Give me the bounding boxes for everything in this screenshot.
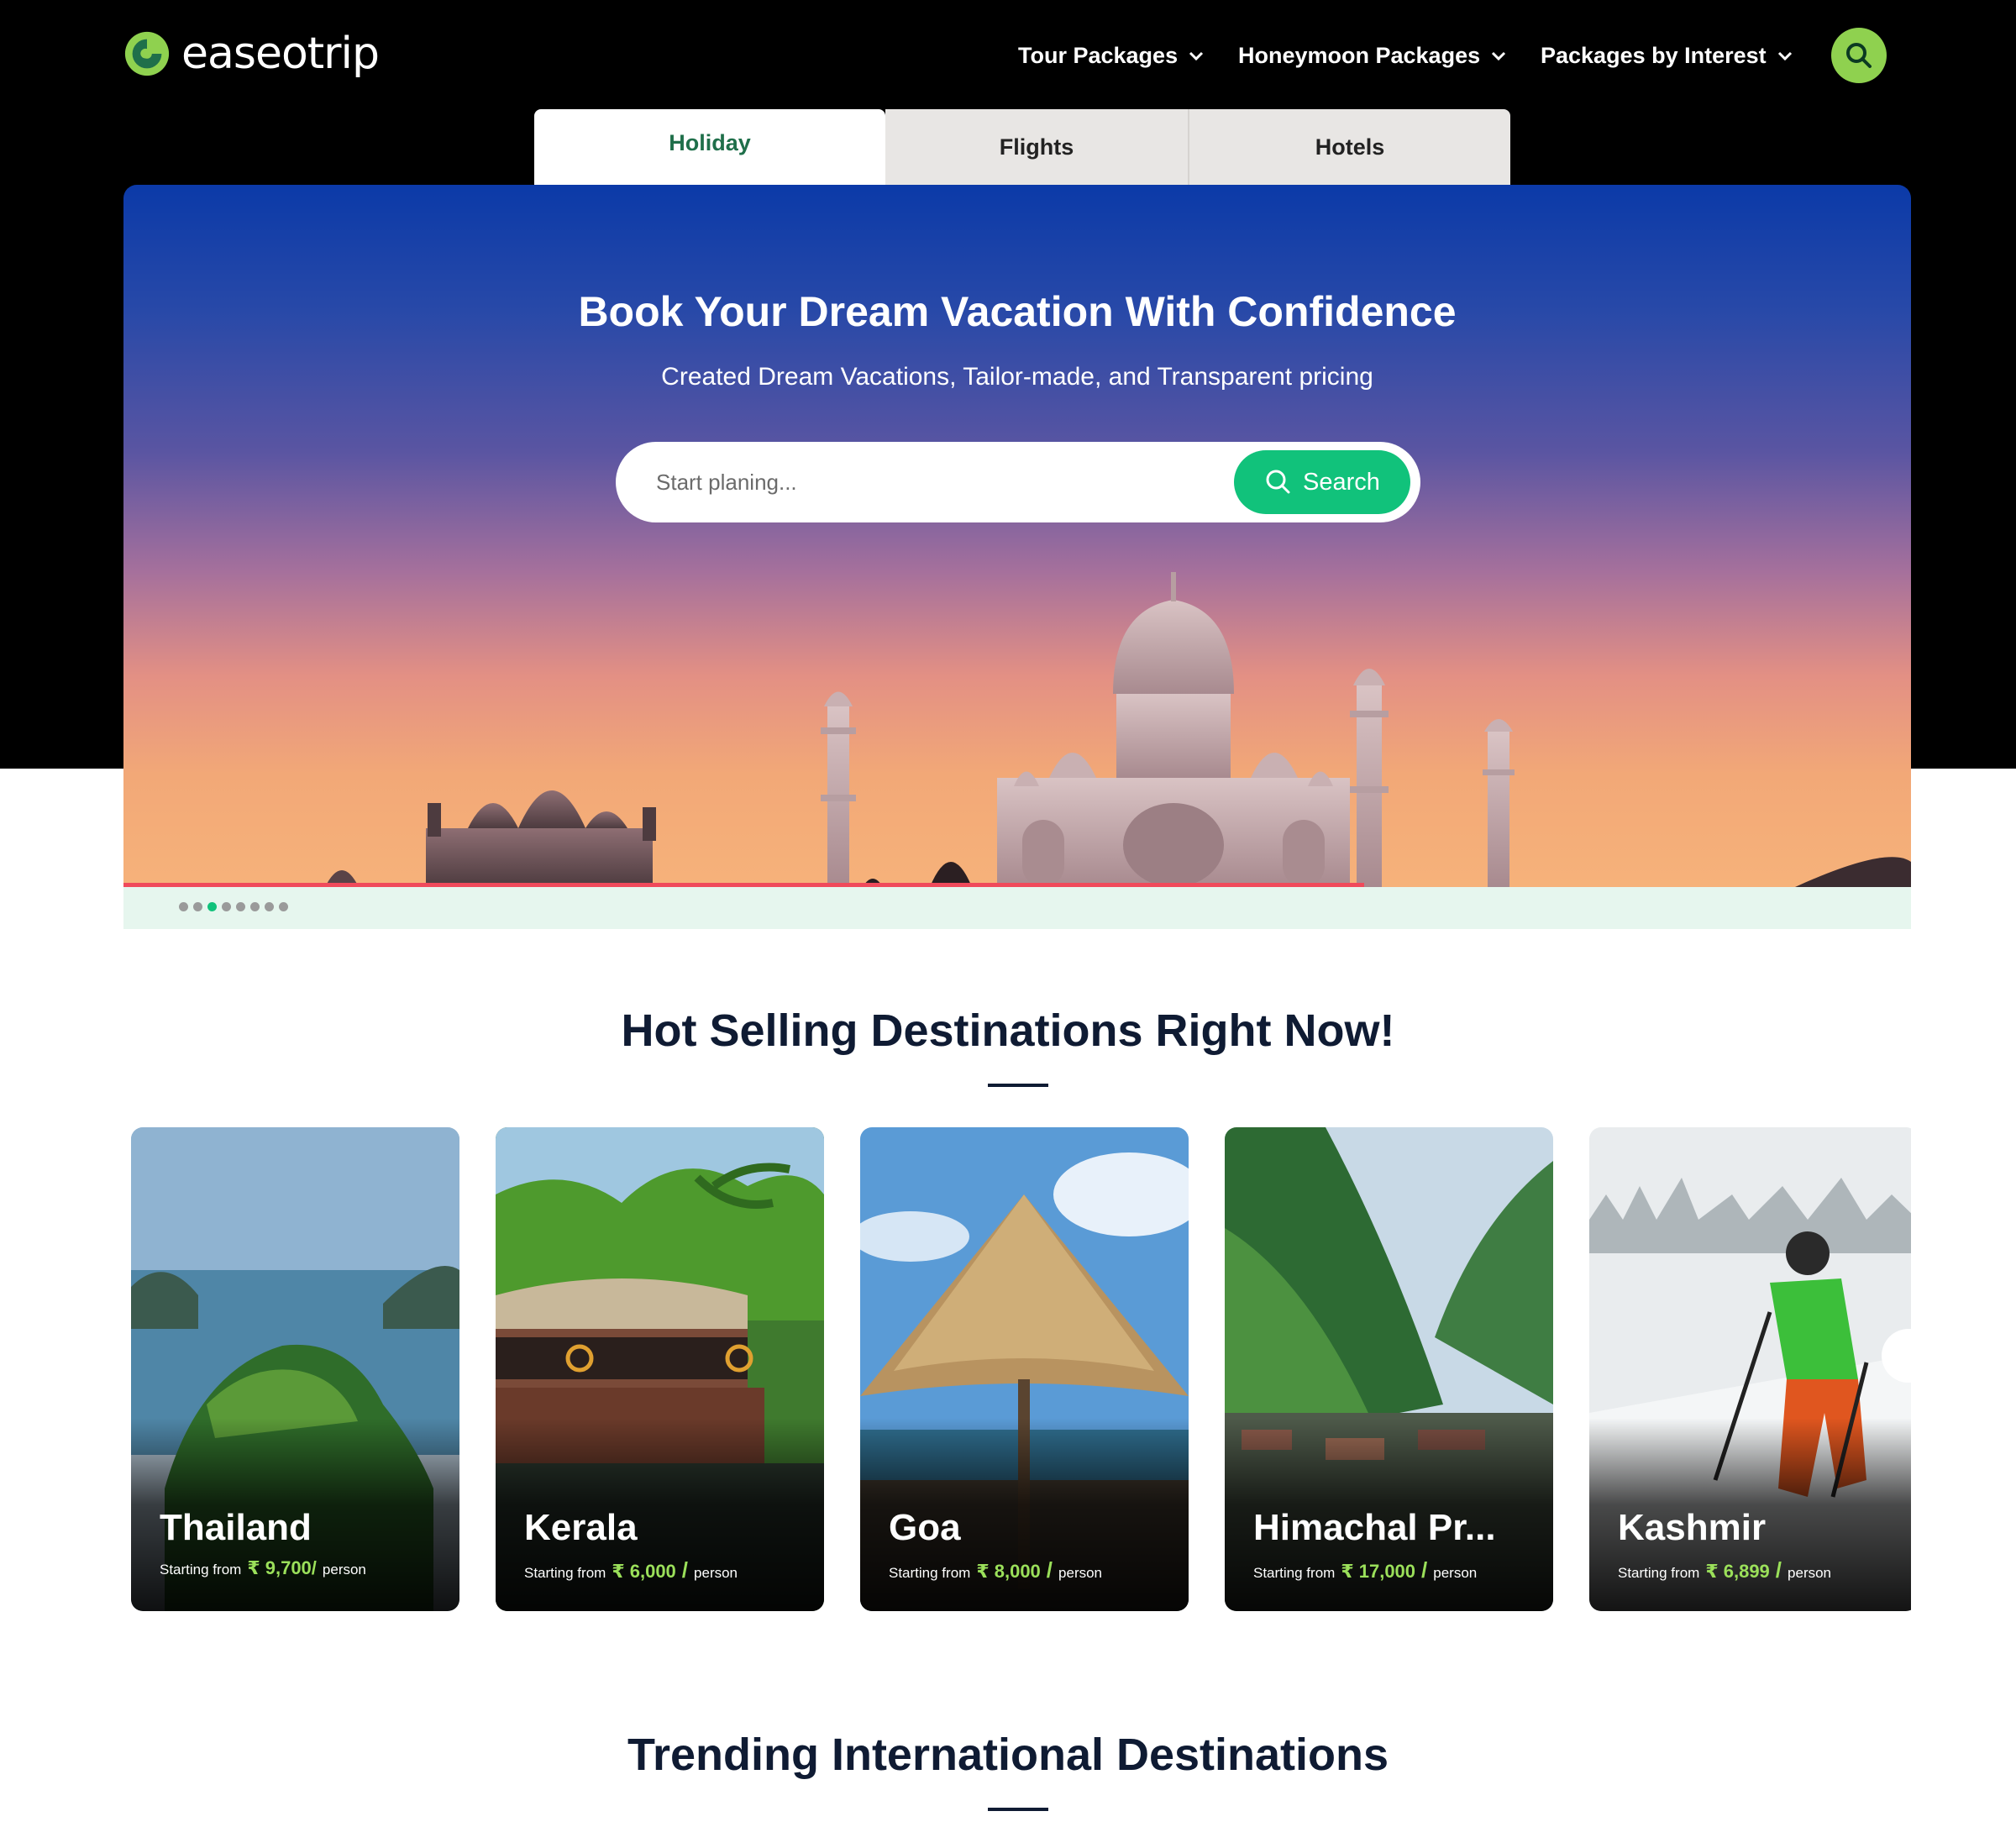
price-unit: person — [1788, 1565, 1832, 1581]
destination-card-himachal[interactable]: Himachal Pr... Starting from ₹ 17,000 / … — [1225, 1127, 1553, 1611]
destination-card-kashmir[interactable]: Kashmir Starting from ₹ 6,899 / person — [1589, 1127, 1911, 1611]
hero-search-input[interactable] — [656, 462, 1194, 502]
carousel-dots — [179, 902, 288, 911]
hero-search-button-label: Search — [1303, 468, 1380, 496]
nav-label: Packages by Interest — [1541, 42, 1767, 68]
search-icon — [1266, 470, 1290, 494]
chevron-down-icon — [1189, 51, 1204, 61]
card-price: Starting from ₹ 9,700/ person — [160, 1557, 366, 1579]
hero-title: Book Your Dream Vacation With Confidence — [578, 288, 1457, 335]
price-unit: person — [322, 1562, 366, 1578]
tab-holiday[interactable]: Holiday — [534, 109, 885, 197]
card-title: Thailand — [160, 1507, 312, 1548]
chevron-down-icon — [1492, 51, 1506, 61]
logo-text: easeotrip — [181, 29, 380, 79]
nav-label: Tour Packages — [1018, 42, 1179, 68]
card-price: Starting from ₹ 8,000 / person — [889, 1557, 1102, 1583]
price-amount: ₹ 6,000 — [612, 1561, 676, 1582]
carousel-dot[interactable] — [279, 902, 288, 911]
hot-selling-title: Hot Selling Destinations Right Now! — [621, 1005, 1395, 1056]
destination-cards: Thailand Starting from ₹ 9,700/ person K… — [131, 1127, 1911, 1611]
section-divider — [988, 1808, 1048, 1811]
nav-honeymoon-packages[interactable]: Honeymoon Packages — [1238, 37, 1509, 74]
hero-search-bar: Search — [616, 442, 1420, 522]
carousel-dot-active[interactable] — [207, 902, 217, 911]
booking-tabs: Holiday Flights Hotels — [534, 109, 1510, 197]
card-title: Himachal Pr... — [1253, 1507, 1496, 1548]
nav-packages-by-interest[interactable]: Packages by Interest — [1541, 37, 1795, 74]
destination-card-kerala[interactable]: Kerala Starting from ₹ 6,000 / person — [496, 1127, 824, 1611]
destination-card-goa[interactable]: Goa Starting from ₹ 8,000 / person — [860, 1127, 1189, 1611]
tab-flights[interactable]: Flights — [885, 109, 1189, 185]
destination-card-thailand[interactable]: Thailand Starting from ₹ 9,700/ person — [131, 1127, 459, 1611]
price-amount: ₹ 17,000 — [1341, 1561, 1416, 1582]
price-unit: person — [1058, 1565, 1103, 1581]
carousel-indicator-bar — [123, 887, 1911, 929]
hero-subtitle: Created Dream Vacations, Tailor-made, an… — [661, 363, 1373, 391]
header-search-button[interactable] — [1831, 28, 1887, 83]
brand-logo[interactable]: easeotrip — [123, 29, 380, 79]
carousel-dot[interactable] — [179, 902, 188, 911]
search-icon — [1846, 43, 1872, 68]
card-price: Starting from ₹ 6,899 / person — [1618, 1557, 1831, 1583]
card-price: Starting from ₹ 6,000 / person — [524, 1557, 738, 1583]
tab-hotels[interactable]: Hotels — [1189, 109, 1510, 185]
card-title: Kashmir — [1618, 1507, 1767, 1548]
price-slash: / — [1046, 1557, 1053, 1583]
carousel-next-button[interactable] — [1882, 1329, 1935, 1383]
carousel-dot[interactable] — [236, 902, 245, 911]
trending-title: Trending International Destinations — [627, 1730, 1389, 1780]
carousel-dot[interactable] — [265, 902, 274, 911]
price-slash: / — [681, 1557, 689, 1583]
price-from-label: Starting from — [160, 1562, 242, 1578]
price-unit: person — [694, 1565, 738, 1581]
price-from-label: Starting from — [889, 1565, 971, 1581]
card-price: Starting from ₹ 17,000 / person — [1253, 1557, 1477, 1583]
logo-icon — [124, 31, 170, 76]
price-from-label: Starting from — [1618, 1565, 1700, 1581]
card-title: Kerala — [524, 1507, 638, 1548]
price-amount: ₹ 8,000 — [976, 1561, 1041, 1582]
nav-tour-packages[interactable]: Tour Packages — [1018, 37, 1206, 74]
price-amount: ₹ 9,700/ — [247, 1557, 317, 1578]
price-slash: / — [1775, 1557, 1782, 1583]
carousel-dot[interactable] — [193, 902, 202, 911]
carousel-dot[interactable] — [222, 902, 231, 911]
hero-search-button[interactable]: Search — [1234, 450, 1410, 514]
chevron-down-icon — [1777, 51, 1792, 61]
carousel-dot[interactable] — [250, 902, 260, 911]
price-from-label: Starting from — [524, 1565, 606, 1581]
page: easeotrip Tour Packages Honeymoon Packag… — [0, 0, 2016, 1848]
taj-mahal-illustration — [325, 572, 1911, 887]
card-title: Goa — [889, 1507, 961, 1548]
section-divider — [988, 1084, 1048, 1087]
nav-label: Honeymoon Packages — [1238, 42, 1481, 68]
hero-banner: Book Your Dream Vacation With Confidence… — [123, 185, 1911, 887]
price-from-label: Starting from — [1253, 1565, 1336, 1581]
price-unit: person — [1433, 1565, 1478, 1581]
price-amount: ₹ 6,899 — [1705, 1561, 1770, 1582]
price-slash: / — [1421, 1557, 1428, 1583]
